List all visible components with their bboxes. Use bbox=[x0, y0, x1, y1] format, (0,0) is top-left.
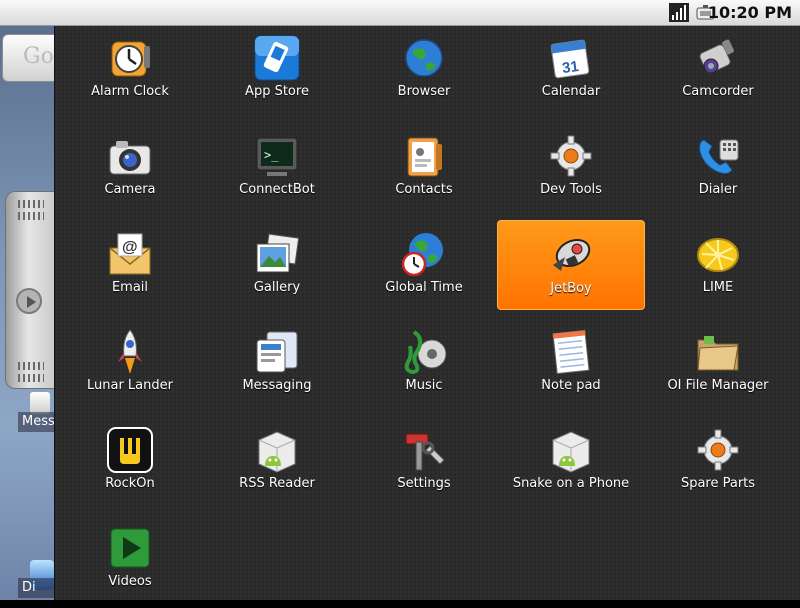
app-jetboy[interactable]: JetBoy bbox=[497, 220, 645, 310]
app-label: OI File Manager bbox=[667, 378, 769, 393]
messaging-shortcut-icon[interactable] bbox=[30, 392, 50, 414]
app-browser[interactable]: Browser bbox=[350, 30, 498, 118]
app-label: Snake on a Phone bbox=[512, 476, 630, 491]
jetboy-icon bbox=[547, 231, 595, 279]
app-music[interactable]: Music bbox=[350, 324, 498, 412]
app-label: Music bbox=[405, 378, 443, 393]
globe-clock-icon bbox=[400, 230, 448, 278]
app-app-store[interactable]: App Store bbox=[203, 30, 351, 118]
app-spare-parts[interactable]: Spare Parts bbox=[644, 422, 792, 510]
app-dev-tools[interactable]: Dev Tools bbox=[497, 128, 645, 216]
app-lunar-lander[interactable]: Lunar Lander bbox=[56, 324, 204, 412]
grip-top-2 bbox=[18, 212, 44, 220]
app-calendar[interactable]: 31 Calendar bbox=[497, 30, 645, 118]
app-gallery[interactable]: Gallery bbox=[203, 226, 351, 314]
app-videos[interactable]: Videos bbox=[56, 520, 204, 608]
app-connectbot[interactable]: >_ ConnectBot bbox=[203, 128, 351, 216]
contacts-icon bbox=[400, 132, 448, 180]
app-label: RockOn bbox=[105, 476, 155, 491]
app-label: Messaging bbox=[242, 378, 312, 393]
calendar-badge: 31 bbox=[561, 58, 580, 77]
grip-top bbox=[18, 200, 44, 208]
app-contacts[interactable]: Contacts bbox=[350, 128, 498, 216]
camcorder-icon bbox=[694, 34, 742, 82]
calendar-icon: 31 bbox=[547, 34, 595, 82]
status-time: 10:20 PM bbox=[707, 3, 792, 22]
messaging-icon bbox=[253, 328, 301, 376]
app-label: Calendar bbox=[541, 84, 601, 99]
terminal-icon: >_ bbox=[253, 132, 301, 180]
app-camera[interactable]: Camera bbox=[56, 128, 204, 216]
app-email[interactable]: @ Email bbox=[56, 226, 204, 314]
app-rockon[interactable]: RockOn bbox=[56, 422, 204, 510]
app-settings[interactable]: Settings bbox=[350, 422, 498, 510]
app-label: Spare Parts bbox=[680, 476, 756, 491]
status-bar: 10:20 PM bbox=[0, 0, 800, 26]
app-oi-file-manager[interactable]: OI File Manager bbox=[644, 324, 792, 412]
folder-icon bbox=[694, 328, 742, 376]
home-screen-background: Go Mess Di bbox=[0, 26, 64, 600]
settings-tools-icon bbox=[400, 426, 448, 474]
app-label: ConnectBot bbox=[239, 182, 315, 197]
app-label: Settings bbox=[397, 476, 451, 491]
app-label: Gallery bbox=[253, 280, 301, 295]
app-label: Dialer bbox=[698, 182, 738, 197]
app-label: RSS Reader bbox=[239, 476, 315, 491]
signal-icon bbox=[669, 3, 689, 22]
alarm-clock-icon bbox=[106, 34, 154, 82]
app-lime[interactable]: LIME bbox=[644, 226, 792, 314]
music-icon bbox=[400, 328, 448, 376]
app-camcorder[interactable]: Camcorder bbox=[644, 30, 792, 118]
app-label: Browser bbox=[397, 84, 451, 99]
app-note-pad[interactable]: Note pad bbox=[497, 324, 645, 412]
android-box-icon bbox=[253, 426, 301, 474]
home-shortcut-label: Di bbox=[18, 578, 58, 598]
drawer-arrow-icon bbox=[16, 288, 42, 314]
app-store-icon bbox=[253, 34, 301, 82]
terminal-badge: >_ bbox=[264, 148, 279, 162]
app-label: Dev Tools bbox=[540, 182, 602, 197]
app-dialer[interactable]: Dialer bbox=[644, 128, 792, 216]
app-alarm-clock[interactable]: Alarm Clock bbox=[56, 30, 204, 118]
app-label: App Store bbox=[245, 84, 309, 99]
app-label: Camera bbox=[104, 182, 156, 197]
gear-icon bbox=[547, 132, 595, 180]
app-label: Email bbox=[111, 280, 149, 295]
play-icon bbox=[106, 524, 154, 572]
app-label: Contacts bbox=[395, 182, 453, 197]
grip-bottom-2 bbox=[18, 374, 44, 382]
search-widget-text: Go bbox=[23, 44, 54, 69]
app-label: Note pad bbox=[541, 378, 601, 393]
rockon-icon bbox=[106, 426, 154, 474]
camera-icon bbox=[106, 132, 154, 180]
home-shortcut-label: Mess bbox=[18, 412, 58, 432]
app-label: Lunar Lander bbox=[87, 378, 173, 393]
app-messaging[interactable]: Messaging bbox=[203, 324, 351, 412]
app-label: Camcorder bbox=[682, 84, 754, 99]
android-box-icon bbox=[547, 426, 595, 474]
envelope-icon: @ bbox=[106, 230, 154, 278]
rocket-icon bbox=[106, 328, 154, 376]
globe-icon bbox=[400, 34, 448, 82]
app-snake-on-a-phone[interactable]: Snake on a Phone bbox=[497, 422, 645, 510]
gear-icon bbox=[694, 426, 742, 474]
app-rss-reader[interactable]: RSS Reader bbox=[203, 422, 351, 510]
app-label: LIME bbox=[702, 280, 734, 295]
app-drawer: Alarm Clock App Store Browser 31 Calenda… bbox=[54, 26, 800, 600]
app-label: JetBoy bbox=[550, 281, 592, 296]
app-label: Alarm Clock bbox=[91, 84, 169, 99]
app-label: Global Time bbox=[385, 280, 463, 295]
photos-icon bbox=[253, 230, 301, 278]
notepad-icon bbox=[547, 328, 595, 376]
app-global-time[interactable]: Global Time bbox=[350, 226, 498, 314]
phone-icon bbox=[694, 132, 742, 180]
lemon-icon bbox=[694, 230, 742, 278]
email-badge: @ bbox=[122, 239, 138, 256]
grip-bottom bbox=[18, 362, 44, 370]
app-label: Videos bbox=[108, 574, 152, 589]
